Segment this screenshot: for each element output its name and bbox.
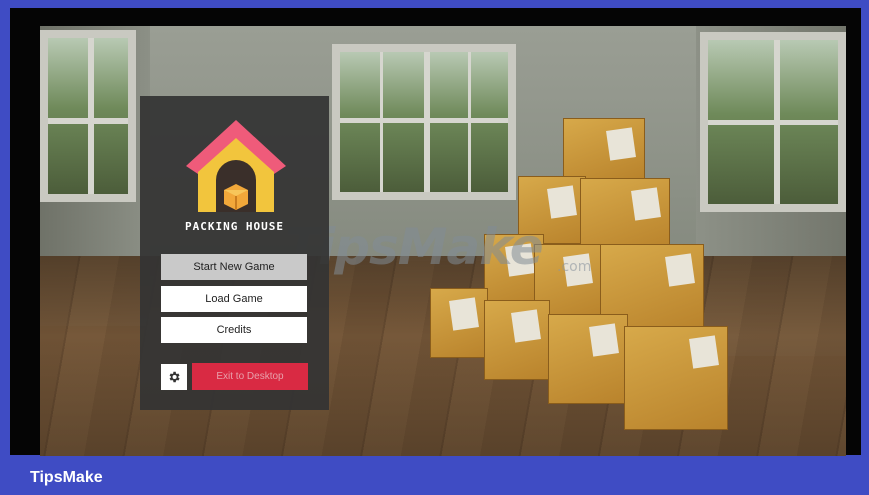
- cardboard-box: [548, 314, 628, 404]
- start-new-game-button[interactable]: Start New Game: [161, 254, 307, 280]
- cardboard-box: [484, 300, 550, 380]
- watermark-suffix: .com: [557, 259, 592, 275]
- cardboard-box: [563, 118, 645, 180]
- credits-button[interactable]: Credits: [161, 317, 307, 343]
- packing-house-logo-icon: [186, 120, 286, 212]
- game-title-logo: PACKING HOUSE: [184, 220, 285, 233]
- gear-icon: [169, 371, 180, 383]
- main-menu-panel: PACKING HOUSE Start New Game Load Game C…: [140, 96, 329, 410]
- cardboard-box: [624, 326, 728, 430]
- footer-brand: TipsMake: [30, 469, 103, 486]
- settings-button[interactable]: [161, 364, 187, 390]
- window-right: [700, 32, 846, 212]
- window-left: [40, 30, 136, 202]
- cardboard-box: [580, 178, 670, 250]
- window-center: [332, 44, 516, 200]
- cardboard-box: [430, 288, 488, 358]
- load-game-button[interactable]: Load Game: [161, 286, 307, 312]
- exit-to-desktop-button[interactable]: Exit to Desktop: [192, 363, 308, 390]
